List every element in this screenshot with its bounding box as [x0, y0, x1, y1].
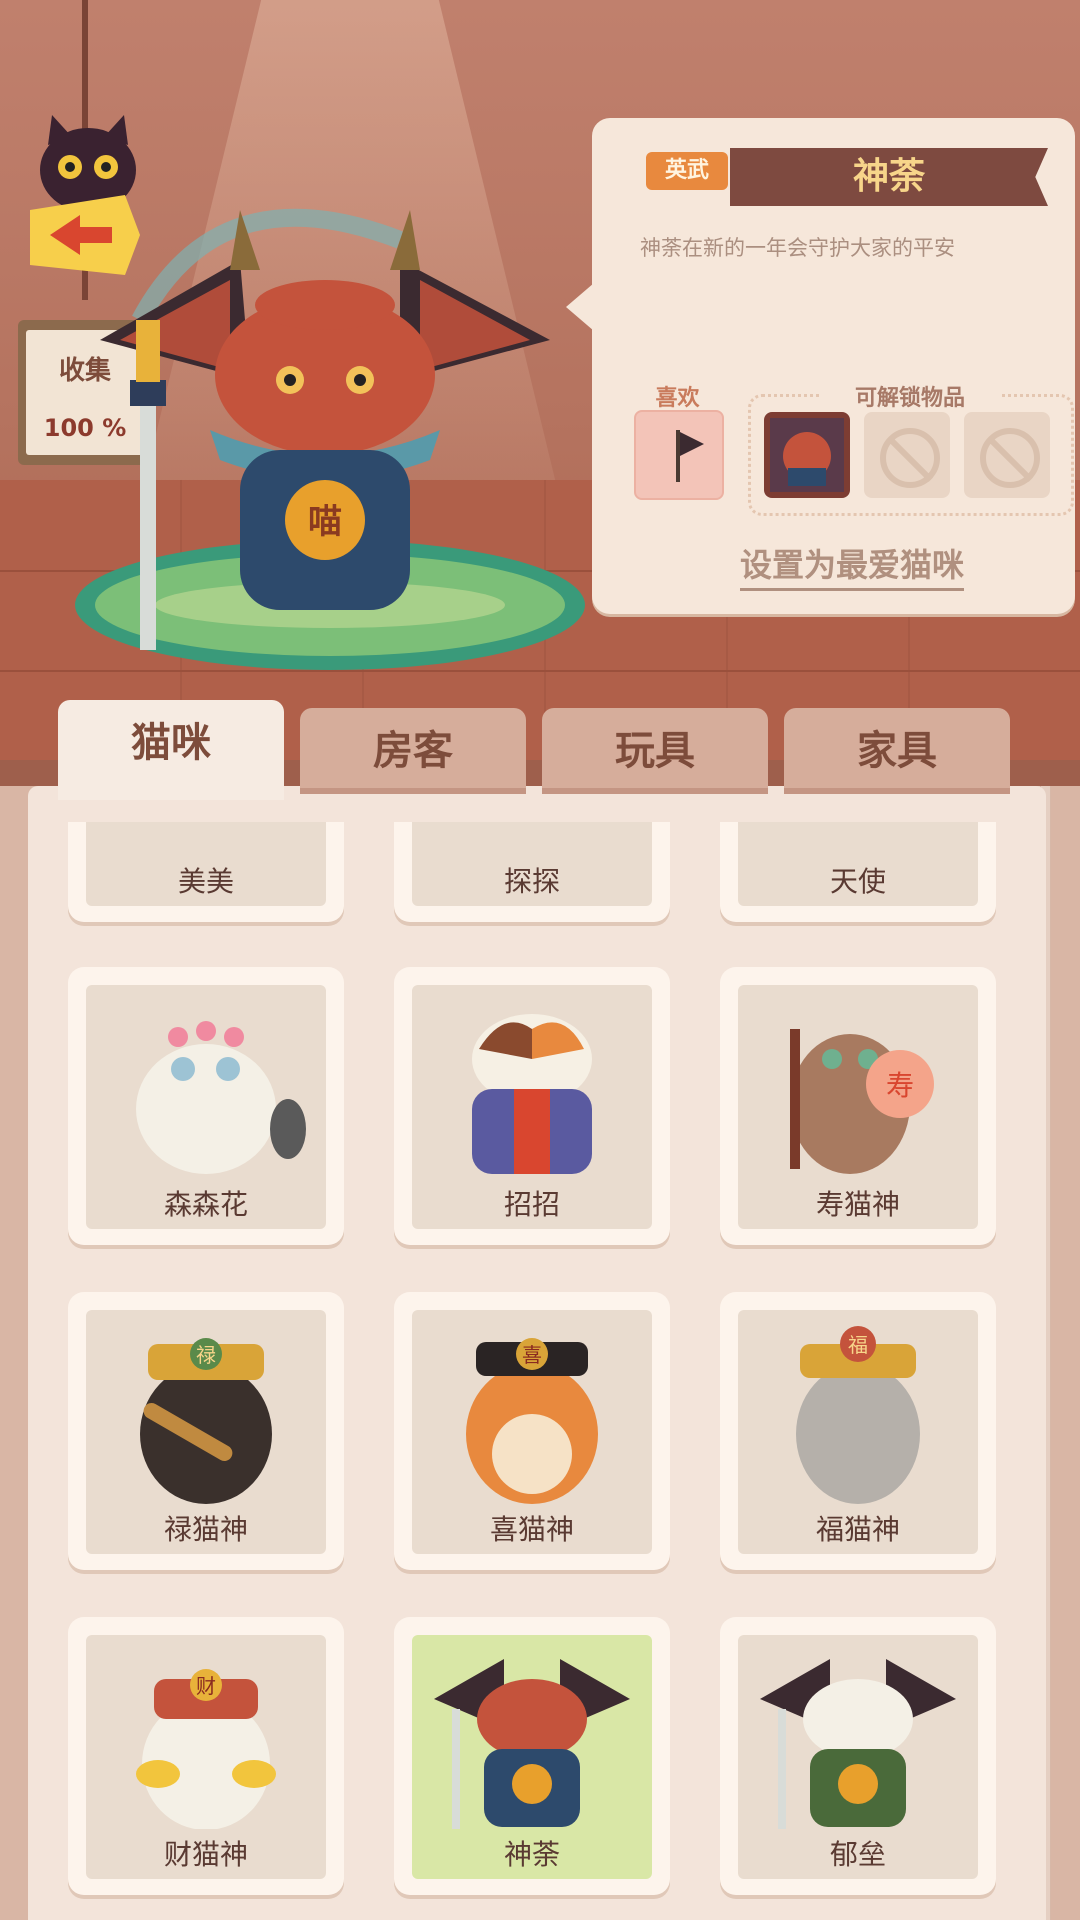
cat-picture-icon	[770, 418, 844, 492]
cat-card-name: 探探	[503, 865, 560, 898]
svg-text:喜: 喜	[522, 1343, 542, 1367]
svg-text:福: 福	[848, 1333, 868, 1357]
set-favorite-button[interactable]: 设置为最爱猫咪	[740, 540, 965, 591]
cat-image: 寿	[790, 1029, 934, 1174]
cat-card[interactable]: 寿 寿猫神	[720, 967, 996, 1245]
svg-text:财: 财	[196, 1674, 216, 1698]
cat-card[interactable]: 福 福猫神	[720, 1292, 996, 1570]
tab-furniture[interactable]: 家具	[784, 708, 1010, 794]
cat-card[interactable]: 森森花	[68, 967, 344, 1245]
cat-card-name: 美美	[177, 865, 234, 898]
cat-card-name: 天使	[829, 865, 886, 898]
cat-card[interactable]: 探探	[394, 822, 670, 922]
cat-image: 喜	[466, 1338, 598, 1504]
cat-card-name: 喜猫神	[489, 1513, 574, 1546]
cat-card-name: 财猫神	[163, 1838, 248, 1871]
cat-card-selected[interactable]: 神荼	[394, 1617, 670, 1895]
cat-card[interactable]: 郁垒	[720, 1617, 996, 1895]
svg-text:喵: 喵	[308, 502, 342, 542]
cat-image	[760, 1659, 956, 1829]
trait-tag: 英武	[646, 152, 728, 190]
svg-text:禄: 禄	[196, 1343, 216, 1367]
cat-description: 神荼在新的一年会守护大家的平安	[640, 236, 955, 260]
cat-image: 福	[796, 1326, 920, 1504]
svg-text:寿: 寿	[886, 1069, 914, 1102]
cat-card-name: 森森花	[163, 1188, 248, 1221]
tab-guests[interactable]: 房客	[300, 708, 526, 794]
cat-image: 财	[136, 1669, 276, 1829]
cat-card-name: 郁垒	[829, 1838, 886, 1871]
unlockable-label: 可解锁物品	[820, 380, 1000, 412]
liked-item-slot[interactable]	[634, 410, 724, 500]
like-label: 喜欢	[655, 386, 700, 411]
locked-icon	[880, 428, 940, 488]
cat-card[interactable]: 招招	[394, 967, 670, 1245]
cat-card[interactable]: 天使	[720, 822, 996, 922]
cat-card[interactable]: 美美	[68, 822, 344, 922]
category-tabs: 猫咪 房客 玩具 家具	[0, 700, 1080, 800]
locked-icon	[980, 428, 1040, 488]
cat-image	[434, 1659, 630, 1829]
cat-card-name: 福猫神	[815, 1513, 900, 1546]
cat-card-name: 招招	[503, 1188, 560, 1221]
cat-card-name: 神荼	[503, 1838, 560, 1871]
cat-card[interactable]: 喜 喜猫神	[394, 1292, 670, 1570]
unlock-slot-2[interactable]	[864, 412, 950, 498]
cat-image: 禄	[140, 1338, 272, 1504]
cat-image	[136, 1021, 306, 1174]
flag-icon	[676, 430, 704, 482]
cat-name: 神荼	[852, 156, 925, 197]
unlock-slot-3[interactable]	[964, 412, 1050, 498]
cat-image	[472, 1014, 592, 1174]
cat-card-name: 寿猫神	[815, 1188, 900, 1221]
featured-cat-image: 喵	[100, 208, 550, 650]
tab-cats[interactable]: 猫咪	[58, 700, 284, 800]
unlock-slot-1[interactable]	[764, 412, 850, 498]
cat-card[interactable]: 财 财猫神	[68, 1617, 344, 1895]
cat-card-name: 禄猫神	[163, 1513, 248, 1546]
cat-grid: 美美 探探 天使 森森花 招招 寿 寿猫神 禄 禄猫神 喜 喜猫神 福 福猫神 …	[0, 822, 1080, 1920]
tab-toys[interactable]: 玩具	[542, 708, 768, 794]
cat-card[interactable]: 禄 禄猫神	[68, 1292, 344, 1570]
